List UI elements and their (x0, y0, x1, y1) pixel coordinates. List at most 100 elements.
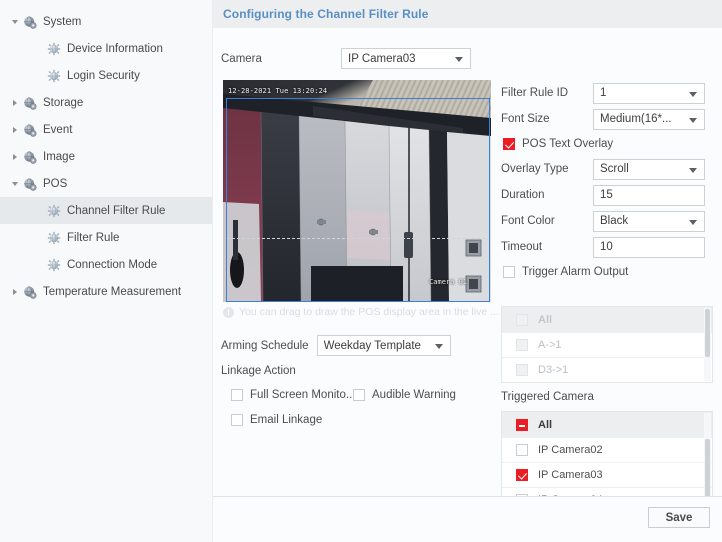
field-font-color: Font Color Black (501, 208, 713, 234)
input-value: 15 (600, 189, 613, 201)
sidebar-item-connection-mode[interactable]: Connection Mode (0, 251, 212, 278)
sidebar-item-pos[interactable]: POS (0, 170, 212, 197)
chevron-right-icon[interactable] (10, 151, 21, 162)
checkbox-box (353, 389, 365, 401)
globe-icon (23, 15, 37, 29)
checkbox-box (516, 418, 528, 431)
chevron-right-icon[interactable] (10, 124, 21, 135)
sidebar-item-login-security[interactable]: Login Security (0, 62, 212, 89)
checkbox-label: Trigger Alarm Output (522, 266, 629, 278)
chevron-down-icon[interactable] (10, 178, 21, 189)
camera-select-value: IP Camera03 (348, 52, 416, 65)
chevron-down-icon (455, 54, 464, 63)
alarm-output-scrollbar[interactable] (704, 308, 711, 381)
linkage-action-title: Linkage Action (221, 365, 296, 377)
sidebar-item-label: Filter Rule (67, 231, 120, 244)
osd-camera-name: Camera 01 (429, 278, 467, 286)
live-view-preview[interactable]: 12-28-2021 Tue 13:20:24 Camera 01 (223, 80, 491, 302)
sidebar-item-filter-rule[interactable]: Filter Rule (0, 224, 212, 251)
input-value: 10 (600, 241, 613, 253)
chevron-right-icon[interactable] (10, 97, 21, 108)
field-label: Filter Rule ID (501, 87, 569, 99)
checkbox-label: Full Screen Monito... (250, 389, 356, 401)
field-label: Font Color (501, 215, 555, 227)
sidebar-item-system[interactable]: System (0, 8, 212, 35)
field-label: Font Size (501, 113, 550, 125)
field-duration: Duration 15 (501, 182, 713, 208)
overlay-type-select[interactable]: Scroll (593, 158, 705, 180)
gear-sphere-icon (47, 204, 61, 218)
row-label: D3->1 (538, 364, 569, 376)
checkbox-full-screen-monitoring[interactable]: Full Screen Monito... (231, 389, 355, 401)
row-label: All (538, 313, 553, 326)
checkbox-pos-text-overlay[interactable]: POS Text Overlay (501, 132, 713, 156)
sidebar-item-channel-filter-rule[interactable]: Channel Filter Rule (0, 197, 212, 224)
alarm-output-row[interactable]: D3->1 (502, 357, 712, 382)
chevron-down-icon[interactable] (10, 16, 21, 27)
font-size-select[interactable]: Medium(16*... (593, 108, 705, 130)
sidebar-item-device-information[interactable]: Device Information (0, 35, 212, 62)
checkbox-trigger-alarm-output[interactable]: Trigger Alarm Output (501, 260, 713, 284)
sidebar-item-temperature-measurement[interactable]: Temperature Measurement (0, 278, 212, 305)
checkbox-box (516, 444, 528, 456)
filter-rule-id-select[interactable]: 1 (593, 82, 705, 104)
checkbox-audible-warning[interactable]: Audible Warning (353, 389, 456, 401)
arming-schedule-value: Weekday Template (323, 339, 421, 352)
select-value: Scroll (600, 163, 629, 175)
duration-input[interactable]: 15 (593, 184, 705, 206)
camera-label: Camera (221, 52, 262, 65)
sidebar-item-label: Storage (43, 96, 84, 109)
chevron-down-icon (689, 115, 698, 124)
arming-schedule-row: Arming Schedule Weekday Template (221, 335, 451, 356)
drag-hint: i You can drag to draw the POS display a… (223, 306, 499, 318)
triggered-camera-row[interactable]: IP Camera03 (502, 462, 712, 487)
checkbox-box (516, 313, 528, 326)
sidebar-navigation: System Device Information Login Security St… (0, 0, 212, 542)
device-configuration-window: System Device Information Login Security St… (0, 0, 722, 542)
alarm-output-list[interactable]: All A->1 D3->1 (501, 306, 713, 383)
sidebar-item-label: Image (43, 150, 75, 163)
sidebar-item-label: Temperature Measurement (43, 285, 182, 298)
globe-icon (23, 285, 37, 299)
alarm-output-row[interactable]: A->1 (502, 332, 712, 357)
panel-footer: Save (213, 496, 722, 542)
gear-sphere-icon (47, 258, 61, 272)
triggered-camera-select-all-row[interactable]: All (502, 412, 712, 437)
row-label: IP Camera02 (538, 444, 603, 456)
pos-display-area-region[interactable] (226, 98, 490, 302)
alarm-output-select-all-row[interactable]: All (502, 307, 712, 332)
field-overlay-type: Overlay Type Scroll (501, 156, 713, 182)
sidebar-item-image[interactable]: Image (0, 143, 212, 170)
sidebar-item-label: Login Security (67, 69, 140, 82)
font-color-select[interactable]: Black (593, 210, 705, 232)
sidebar-item-label: Connection Mode (67, 258, 158, 271)
select-value: 1 (600, 87, 607, 99)
chevron-down-icon (689, 217, 698, 226)
drag-hint-text: You can drag to draw the POS display are… (239, 306, 499, 318)
field-filter-rule-id: Filter Rule ID 1 (501, 80, 713, 106)
checkbox-box (516, 469, 528, 481)
chevron-right-icon[interactable] (10, 286, 21, 297)
sidebar-item-label: Event (43, 123, 73, 136)
triggered-camera-row[interactable]: IP Camera02 (502, 437, 712, 462)
sidebar-item-storage[interactable]: Storage (0, 89, 212, 116)
filter-rule-form: Filter Rule ID 1 Font Size Medium(16*... (501, 80, 713, 284)
sidebar-item-event[interactable]: Event (0, 116, 212, 143)
sidebar-item-label: Channel Filter Rule (67, 204, 166, 217)
checkbox-email-linkage[interactable]: Email Linkage (231, 414, 322, 426)
arming-schedule-select[interactable]: Weekday Template (316, 335, 451, 356)
field-timeout: Timeout 10 (501, 234, 713, 260)
row-label: IP Camera03 (538, 469, 603, 481)
checkbox-box (231, 389, 243, 401)
scrollbar-thumb[interactable] (705, 309, 710, 357)
field-font-size: Font Size Medium(16*... (501, 106, 713, 132)
info-icon: i (223, 306, 234, 318)
checkbox-label: POS Text Overlay (522, 138, 614, 150)
camera-select[interactable]: IP Camera03 (341, 48, 471, 69)
timeout-input[interactable]: 10 (593, 236, 705, 258)
save-button[interactable]: Save (648, 507, 710, 528)
scrollbar-thumb[interactable] (705, 439, 710, 501)
checkbox-box (516, 364, 528, 376)
